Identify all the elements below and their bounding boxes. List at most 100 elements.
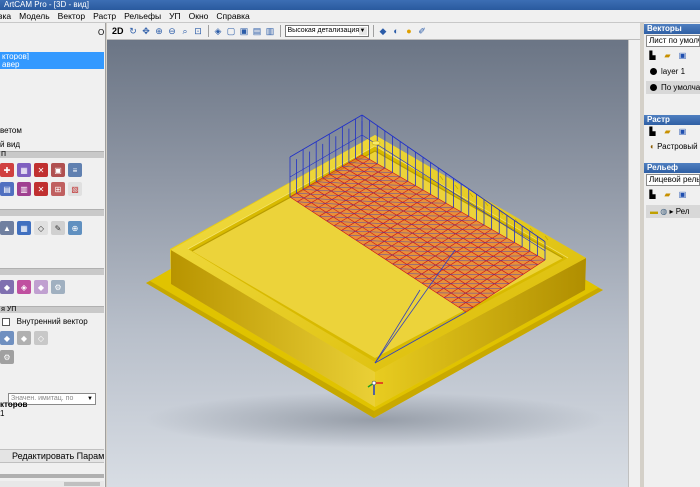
iso-view-icon[interactable]: ◈ <box>213 26 224 37</box>
left-panel: О кторов] авер ветом й вид П ✚ ▦ ✕ ▣ ≡ ▤… <box>0 23 106 487</box>
machine-relief-icon[interactable]: ▣ <box>51 163 65 177</box>
cube-view-icon[interactable]: ▥ <box>265 26 276 37</box>
sim-settings-icon[interactable]: ⚙ <box>0 350 14 364</box>
vector-sheet-field[interactable]: Лист по умолча <box>646 35 700 47</box>
profile-icon[interactable]: ✚ <box>0 163 14 177</box>
inner-vector-option[interactable]: Внутренний вектор <box>2 317 88 326</box>
raster-item[interactable]: ◐ Растровый <box>646 140 700 153</box>
menu-insert[interactable]: вка <box>0 11 15 21</box>
z-level-icon[interactable]: ◇ <box>34 221 48 235</box>
light-bulb-icon[interactable]: ● <box>404 26 415 37</box>
relief-icons: ▙ ▰ ▣ <box>648 190 687 199</box>
sim-color-icon[interactable]: ◆ <box>0 331 14 345</box>
view-2d-button[interactable]: 2D <box>112 26 124 36</box>
lighting-icon[interactable]: ◐ <box>391 26 402 37</box>
option-text-2[interactable]: й вид <box>0 140 20 149</box>
simulate-relief-icon[interactable]: ◆ <box>34 280 48 294</box>
toolbar-separator <box>372 25 374 37</box>
tool-marker <box>371 140 381 146</box>
zoom-out-icon[interactable]: ⊖ <box>167 26 178 37</box>
save-icon[interactable]: ▣ <box>678 51 687 60</box>
simulate-block-icon[interactable]: ◈ <box>17 280 31 294</box>
engrave-icon[interactable]: ≡ <box>68 163 82 177</box>
new-layer-icon[interactable]: ▙ <box>648 51 657 60</box>
rotate-icon[interactable]: ↻ <box>128 26 139 37</box>
icon-row-2: ▤ ▥ ✕ ⊞ ▧ <box>0 182 82 196</box>
open-folder-icon[interactable]: ▰ <box>663 51 672 60</box>
inlay-icon[interactable]: ▥ <box>17 182 31 196</box>
detail-level-select[interactable]: Высокая детализация ▼ <box>284 25 369 37</box>
layer-visibility-icon[interactable] <box>650 84 657 92</box>
area-clear-icon[interactable]: ▦ <box>17 163 31 177</box>
drill-icon[interactable]: ✕ <box>34 163 48 177</box>
top-view-icon[interactable]: ▤ <box>252 26 263 37</box>
raster-icons: ▙ ▰ ▣ <box>648 127 687 136</box>
group-header-simulation: я УП <box>0 306 104 313</box>
menu-vector[interactable]: Вектор <box>54 11 89 21</box>
toolbar-separator <box>279 25 281 37</box>
viewport-scrollbar[interactable] <box>628 40 640 487</box>
icon-row-4: ◆ ◈ ◆ ⚙ <box>0 280 65 294</box>
inner-vector-checkbox[interactable] <box>2 317 10 326</box>
zoom-fit-icon[interactable]: ⊡ <box>193 26 204 37</box>
menu-raster[interactable]: Растр <box>89 11 120 21</box>
vectors-heading: кторов <box>0 400 28 409</box>
simulate-icon[interactable]: ◆ <box>0 280 14 294</box>
icon-row-5: ◆ ◆ ◇ <box>0 331 48 345</box>
menu-help[interactable]: Справка <box>212 11 253 21</box>
feature-icon[interactable]: ✕ <box>34 182 48 196</box>
relief-field[interactable]: Лицевой рельеф <box>646 174 700 186</box>
default-layer-name: По умолча <box>661 83 700 92</box>
window-title: ArtCAM Pro - [3D - вид] <box>0 0 700 10</box>
relief-item[interactable]: ▬ ◍ ▸ Рел <box>646 205 700 218</box>
scroll-thumb[interactable] <box>64 482 100 486</box>
menu-toolpaths[interactable]: УП <box>165 11 185 21</box>
menu-model[interactable]: Модель <box>15 11 54 21</box>
open-folder-icon[interactable]: ▰ <box>663 190 672 199</box>
material-icon[interactable]: ✐ <box>417 26 428 37</box>
pan-icon[interactable]: ✥ <box>141 26 152 37</box>
relief-header: Рельеф <box>644 163 700 173</box>
inner-vector-label: Внутренний вектор <box>16 317 88 326</box>
raster-item-name: Растровый <box>657 142 698 151</box>
selected-item-line-2[interactable]: авер <box>0 60 104 69</box>
layer-visibility-icon[interactable] <box>650 68 657 76</box>
layer-item[interactable]: layer 1 <box>646 65 700 78</box>
pencil-icon[interactable]: ✎ <box>51 221 65 235</box>
rest-machining-icon[interactable]: ⊕ <box>68 221 82 235</box>
side-view-icon[interactable]: ▣ <box>239 26 250 37</box>
roughing-icon[interactable]: ▲ <box>0 221 14 235</box>
bitmap-toolpath-icon[interactable]: ▧ <box>68 182 82 196</box>
shading-icon[interactable]: ◆ <box>378 26 389 37</box>
tool-database-icon[interactable]: ⚙ <box>51 280 65 294</box>
sim-material-icon[interactable]: ◆ <box>17 331 31 345</box>
new-raster-icon[interactable]: ▙ <box>648 127 657 136</box>
texture-icon[interactable]: ⊞ <box>51 182 65 196</box>
open-folder-icon[interactable]: ▰ <box>663 127 672 136</box>
save-icon[interactable]: ▣ <box>678 127 687 136</box>
zoom-window-icon[interactable]: ⌕ <box>180 26 191 37</box>
menu-reliefs[interactable]: Рельефы <box>120 11 165 21</box>
fluting-icon[interactable]: ▤ <box>0 182 14 196</box>
group-header-3 <box>0 268 104 275</box>
menu-window[interactable]: Окно <box>185 11 213 21</box>
save-icon[interactable]: ▣ <box>678 190 687 199</box>
finishing-icon[interactable]: ▦ <box>17 221 31 235</box>
default-layer-item[interactable]: По умолча <box>646 81 700 94</box>
sim-erase-icon[interactable]: ◇ <box>34 331 48 345</box>
corner-letter: О <box>98 28 105 37</box>
edit-parameters-button[interactable]: Редактировать Параме <box>0 449 104 463</box>
chevron-down-icon[interactable]: ▼ <box>358 27 367 35</box>
detail-level-value: Высокая детализация <box>287 27 360 34</box>
3d-viewport[interactable] <box>107 40 640 487</box>
left-horizontal-scrollbar[interactable] <box>0 481 104 487</box>
option-text-1[interactable]: ветом <box>0 126 22 135</box>
front-view-icon[interactable]: ▢ <box>226 26 237 37</box>
chevron-down-icon[interactable]: ▼ <box>86 395 94 403</box>
zoom-in-icon[interactable]: ⊕ <box>154 26 165 37</box>
relief-visibility-icon[interactable]: ◍ <box>660 207 667 216</box>
raster-image-icon: ◐ <box>650 142 655 151</box>
toolbar-separator <box>207 25 209 37</box>
vectors-header: Векторы <box>644 24 700 34</box>
new-relief-icon[interactable]: ▙ <box>648 190 657 199</box>
